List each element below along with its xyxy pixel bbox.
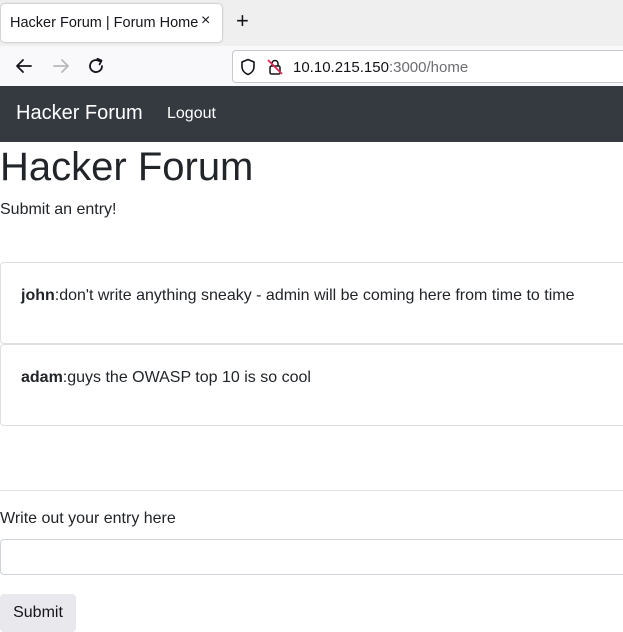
site-navbar: Hacker Forum Logout <box>0 86 623 142</box>
page-subtitle: Submit an entry! <box>0 201 117 218</box>
forum-entry-card: john:don't write anything sneaky - admin… <box>0 262 623 344</box>
submit-button[interactable]: Submit <box>0 594 76 632</box>
entry-author: john <box>21 287 55 304</box>
back-arrow-icon[interactable] <box>13 55 35 77</box>
browser-toolbar: 10.10.215.150:3000/home <box>0 46 623 87</box>
entry-message: :guys the OWASP top 10 is so cool <box>62 369 311 386</box>
insecure-lock-icon[interactable] <box>266 58 284 76</box>
reload-icon[interactable] <box>85 55 107 77</box>
section-divider <box>0 490 623 491</box>
browser-tab[interactable]: Hacker Forum | Forum Home × <box>1 4 222 42</box>
page-title: Hacker Forum <box>0 145 254 189</box>
address-bar[interactable]: 10.10.215.150:3000/home <box>232 50 623 83</box>
close-tab-icon[interactable]: × <box>201 12 210 30</box>
browser-tab-strip: Hacker Forum | Forum Home × + <box>0 0 623 46</box>
entry-input-label: Write out your entry here <box>0 510 176 527</box>
url-path: :3000/home <box>388 59 469 76</box>
entry-text: adam:guys the OWASP top 10 is so cool <box>21 369 311 387</box>
url-text[interactable]: 10.10.215.150:3000/home <box>293 59 468 76</box>
logout-link[interactable]: Logout <box>167 105 216 123</box>
entry-message: :don't write anything sneaky - admin wil… <box>54 287 575 304</box>
shield-icon[interactable] <box>239 58 257 76</box>
new-tab-button[interactable]: + <box>236 9 249 33</box>
navbar-brand[interactable]: Hacker Forum <box>16 102 143 125</box>
entry-input[interactable] <box>0 539 623 575</box>
entry-text: john:don't write anything sneaky - admin… <box>21 287 574 305</box>
entry-author: adam <box>21 369 63 386</box>
tab-title: Hacker Forum | Forum Home <box>10 15 199 31</box>
url-host: 10.10.215.150 <box>293 59 389 76</box>
forum-entry-card: adam:guys the OWASP top 10 is so cool <box>0 344 623 426</box>
forward-arrow-icon[interactable] <box>50 55 72 77</box>
